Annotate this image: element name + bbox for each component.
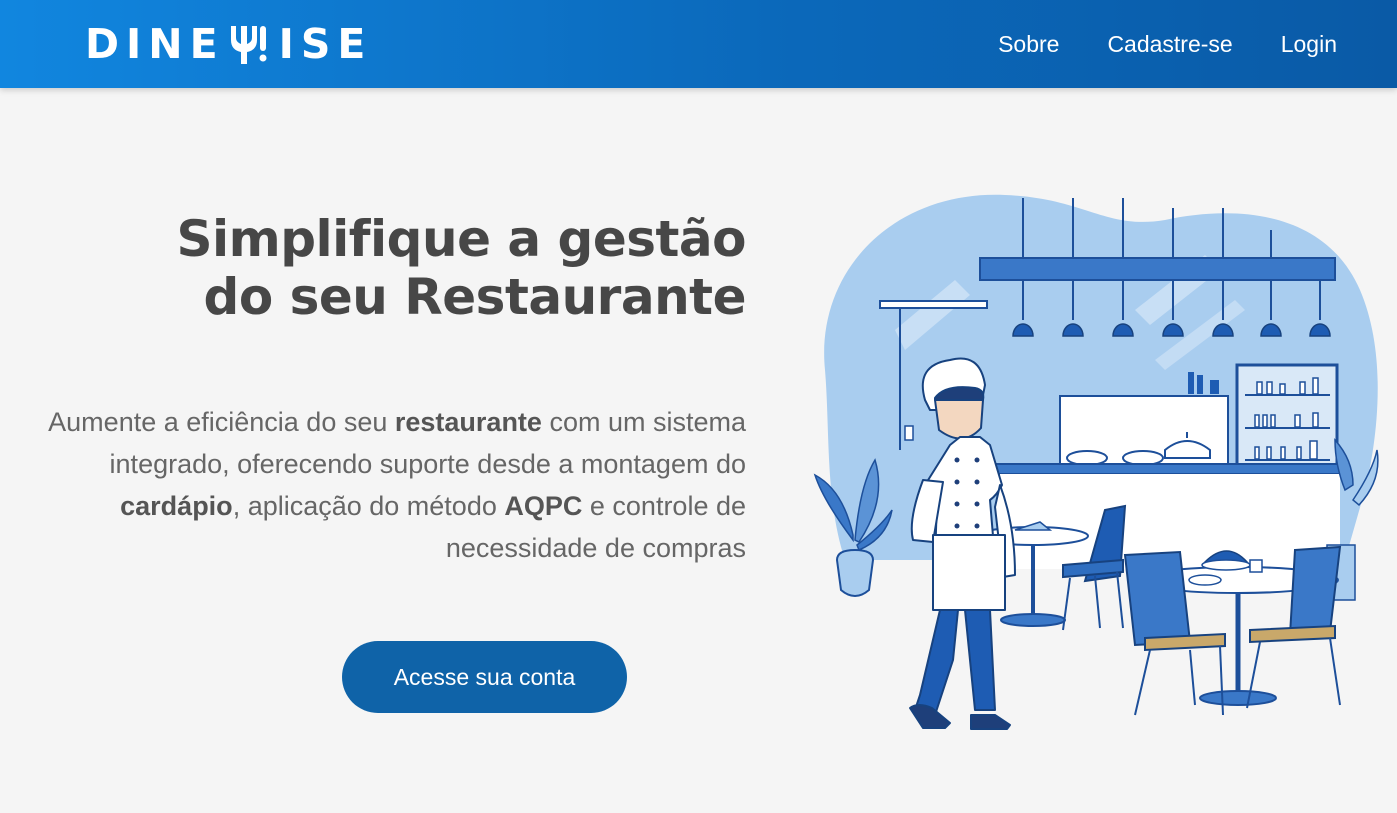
hero-title-line-1: Simplifique a gestão	[176, 210, 746, 268]
chef-restaurant-illustration	[813, 194, 1379, 730]
nav-link-cadastre-se[interactable]: Cadastre-se	[1107, 31, 1232, 58]
desc-text-1: Aumente a eficiência do seu	[48, 407, 395, 437]
nav-link-login[interactable]: Login	[1281, 31, 1337, 58]
logo-text-dine: DINE	[85, 20, 225, 68]
hero-title: Simplifique a gestão do seu Restaurante	[46, 210, 746, 326]
hero-title-line-2: do seu Restaurante	[203, 268, 747, 326]
logo-text-ise: ISE	[278, 20, 373, 68]
hero-description: Aumente a eficiência do seu restaurante …	[0, 401, 746, 569]
nav-link-sobre[interactable]: Sobre	[998, 31, 1059, 58]
main-nav: Sobre Cadastre-se Login	[998, 0, 1337, 88]
access-account-button[interactable]: Acesse sua conta	[342, 641, 627, 713]
top-navigation-bar: DINE ISE Sobre Cadastre-se Login	[0, 0, 1397, 88]
desc-bold-cardapio: cardápio	[120, 491, 233, 521]
fork-icon	[230, 26, 267, 64]
desc-bold-aqpc: AQPC	[504, 491, 583, 521]
dinewise-logo[interactable]: DINE ISE	[85, 22, 372, 66]
desc-bold-restaurante: restaurante	[394, 407, 542, 437]
desc-text-3: , aplicação do método	[232, 491, 505, 521]
